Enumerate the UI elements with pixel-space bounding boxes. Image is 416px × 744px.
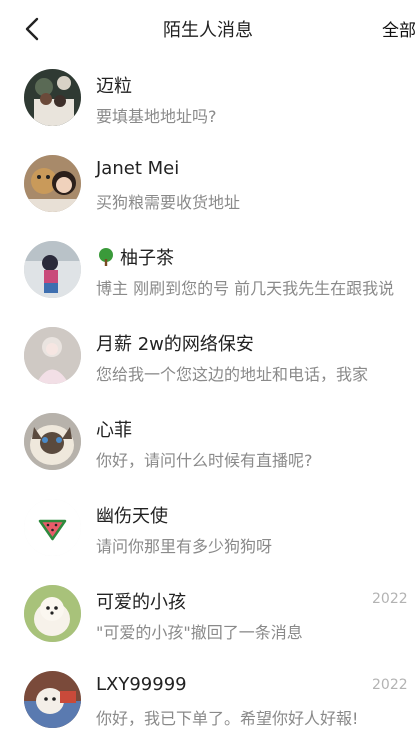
list-item[interactable]: LXY99999 你好，我已下单了。希望你好人好報! 2022 [0, 658, 416, 744]
list-item[interactable]: 柚子茶 博主 刚刷到您的号 前几天我先生在跟我说 [0, 228, 416, 314]
contact-name: 月薪 2w的网络保安 [96, 334, 254, 355]
contact-name: 柚子茶 [96, 244, 174, 272]
contact-name: 迈粒 [96, 76, 132, 97]
contact-name: 幽伤天使 [96, 506, 168, 527]
avatar [24, 241, 81, 298]
list-item[interactable]: Janet Mei 买狗粮需要收货地址 [0, 142, 416, 228]
message-preview: 您给我一个您这边的地址和电话，我家 [96, 365, 369, 384]
avatar [24, 327, 81, 384]
list-item[interactable]: 月薪 2w的网络保安 您给我一个您这边的地址和电话，我家 [0, 314, 416, 400]
contact-name: 可爱的小孩 [96, 592, 186, 613]
contact-name-text: 柚子茶 [120, 248, 174, 269]
message-preview: 要填基地地址吗? [96, 107, 217, 126]
list-item[interactable]: 幽伤天使 请问你那里有多少狗狗呀 [0, 486, 416, 572]
contact-name: Janet Mei [96, 158, 180, 179]
watermelon-icon [24, 499, 81, 556]
avatar [24, 155, 81, 212]
timestamp: 2022 [372, 677, 408, 693]
contact-name: LXY99999 [96, 674, 187, 695]
avatar [24, 69, 81, 126]
list-item[interactable]: 心菲 你好，请问什么时候有直播呢? [0, 400, 416, 486]
page-title: 陌生人消息 [163, 20, 253, 41]
message-preview: "可爱的小孩"撤回了一条消息 [96, 623, 303, 642]
contact-name: 心菲 [96, 420, 132, 441]
message-preview: 买狗粮需要收货地址 [96, 193, 241, 212]
message-list: 迈粒 要填基地地址吗? Janet Mei 买狗粮需要收货地址 柚子茶 博主 刚… [0, 56, 416, 744]
message-preview: 你好，请问什么时候有直播呢? [96, 451, 313, 470]
list-item[interactable]: 迈粒 要填基地地址吗? [0, 56, 416, 142]
timestamp: 2022 [372, 591, 408, 607]
all-link[interactable]: 全部 [382, 16, 416, 41]
message-preview: 请问你那里有多少狗狗呀 [96, 537, 273, 556]
top-bar: 陌生人消息 全部 [0, 0, 416, 56]
avatar [24, 499, 81, 556]
tree-emoji-icon [96, 247, 116, 272]
avatar [24, 671, 81, 728]
message-preview: 博主 刚刷到您的号 前几天我先生在跟我说 [96, 279, 395, 298]
avatar [24, 413, 81, 470]
message-preview: 你好，我已下单了。希望你好人好報! [96, 709, 359, 728]
avatar [24, 585, 81, 642]
list-item[interactable]: 可爱的小孩 "可爱的小孩"撤回了一条消息 2022 [0, 572, 416, 658]
